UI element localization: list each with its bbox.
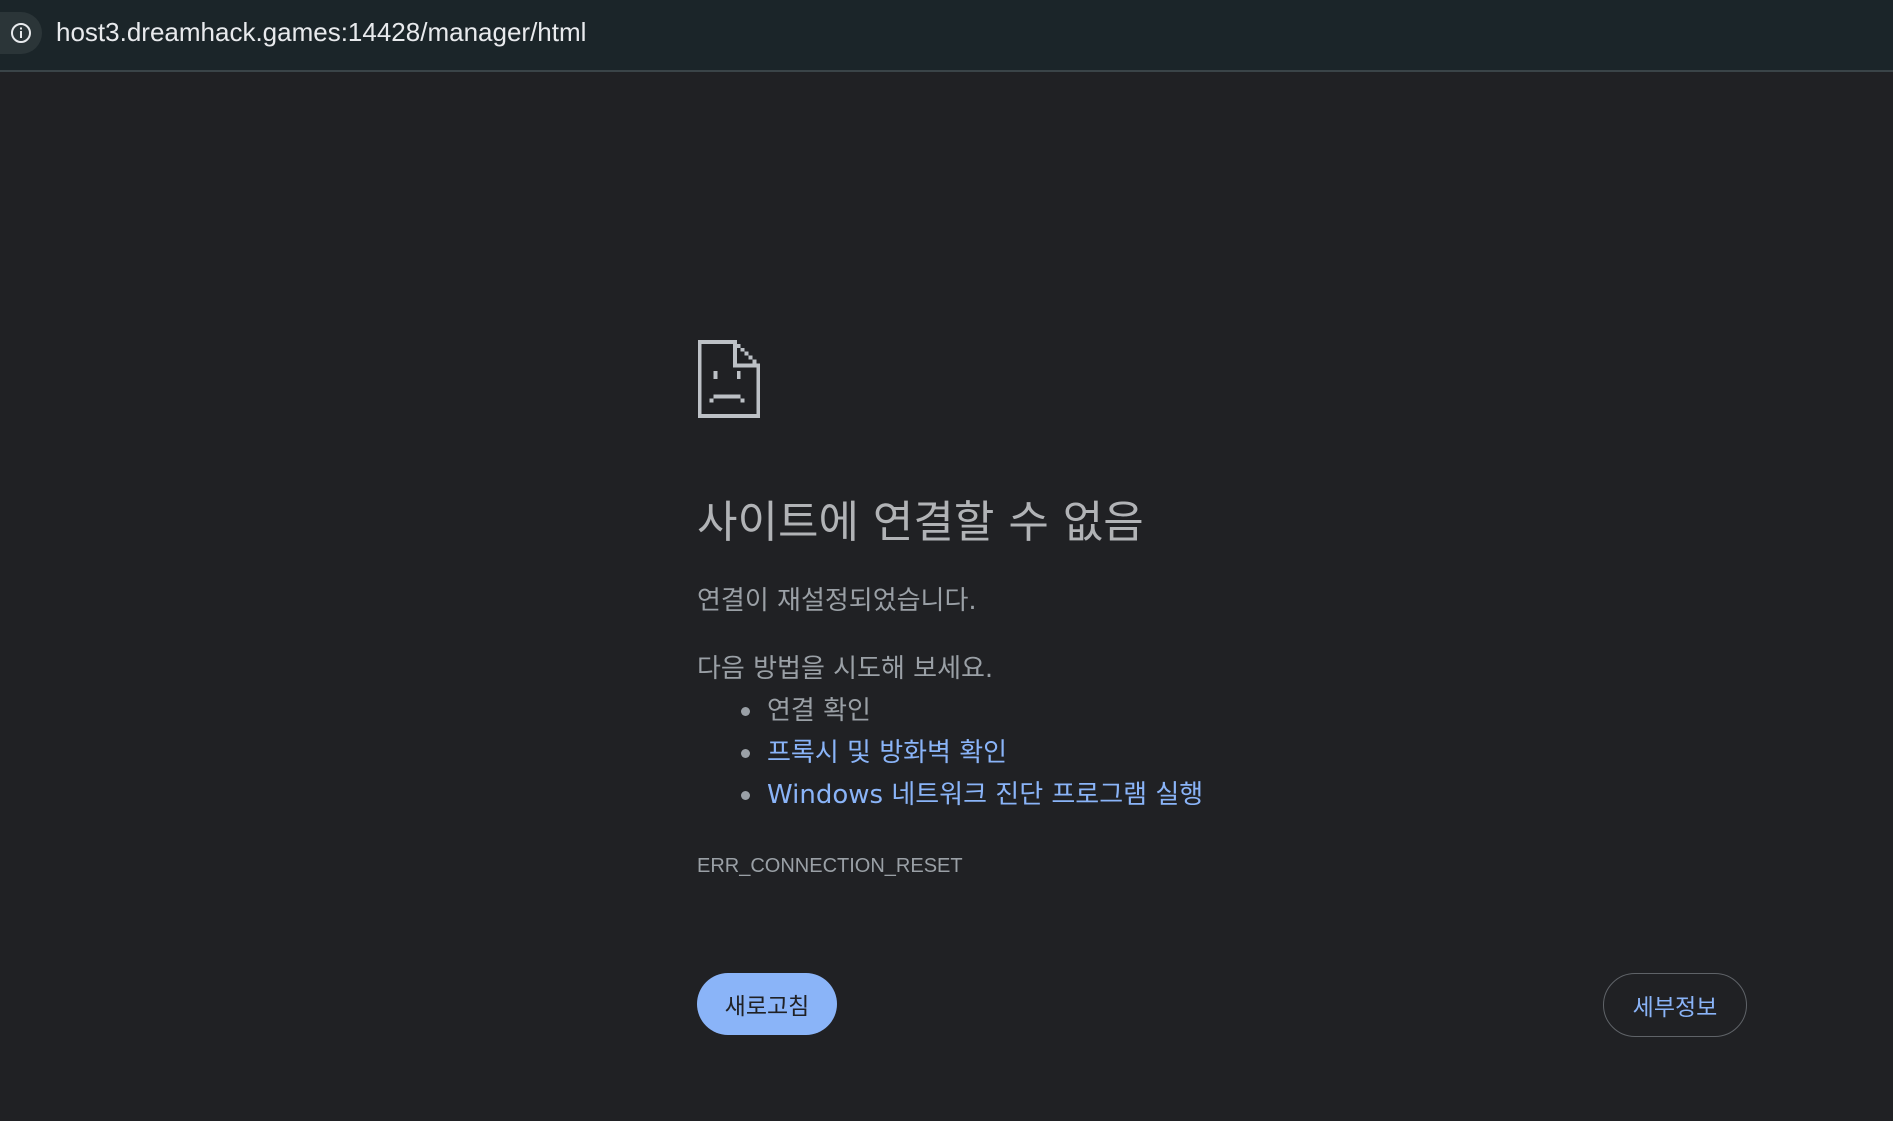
- bullet: [741, 791, 750, 800]
- site-info-button[interactable]: [0, 12, 42, 54]
- suggestions-list: 연결 확인 프록시 및 방화벽 확인 Windows 네트워크 진단 프로그램 …: [741, 693, 1203, 819]
- check-proxy-firewall-link[interactable]: 프록시 및 방화벽 확인: [767, 738, 1007, 768]
- bullet: [741, 707, 750, 716]
- details-button[interactable]: 세부정보: [1603, 973, 1747, 1037]
- error-code: ERR_CONNECTION_RESET: [697, 855, 963, 877]
- suggestion-label: 연결 확인: [767, 696, 871, 726]
- error-subtitle: 연결이 재설정되었습니다.: [697, 586, 977, 616]
- bullet: [741, 749, 750, 758]
- suggestion-run-diagnostics: Windows 네트워크 진단 프로그램 실행: [741, 777, 1203, 819]
- address-bar: host3.dreamhack.games:14428/manager/html: [0, 0, 1893, 72]
- reload-button[interactable]: 새로고침: [697, 973, 837, 1035]
- error-title: 사이트에 연결할 수 없음: [697, 497, 1144, 548]
- suggestions-heading: 다음 방법을 시도해 보세요.: [697, 654, 994, 684]
- sad-document-icon: [697, 340, 761, 418]
- suggestion-check-proxy-firewall: 프록시 및 방화벽 확인: [741, 735, 1203, 777]
- info-circle-icon: [11, 23, 31, 43]
- run-network-diagnostics-link[interactable]: Windows 네트워크 진단 프로그램 실행: [767, 780, 1203, 810]
- url-field[interactable]: host3.dreamhack.games:14428/manager/html: [56, 15, 586, 49]
- suggestion-check-connection: 연결 확인: [741, 693, 1203, 735]
